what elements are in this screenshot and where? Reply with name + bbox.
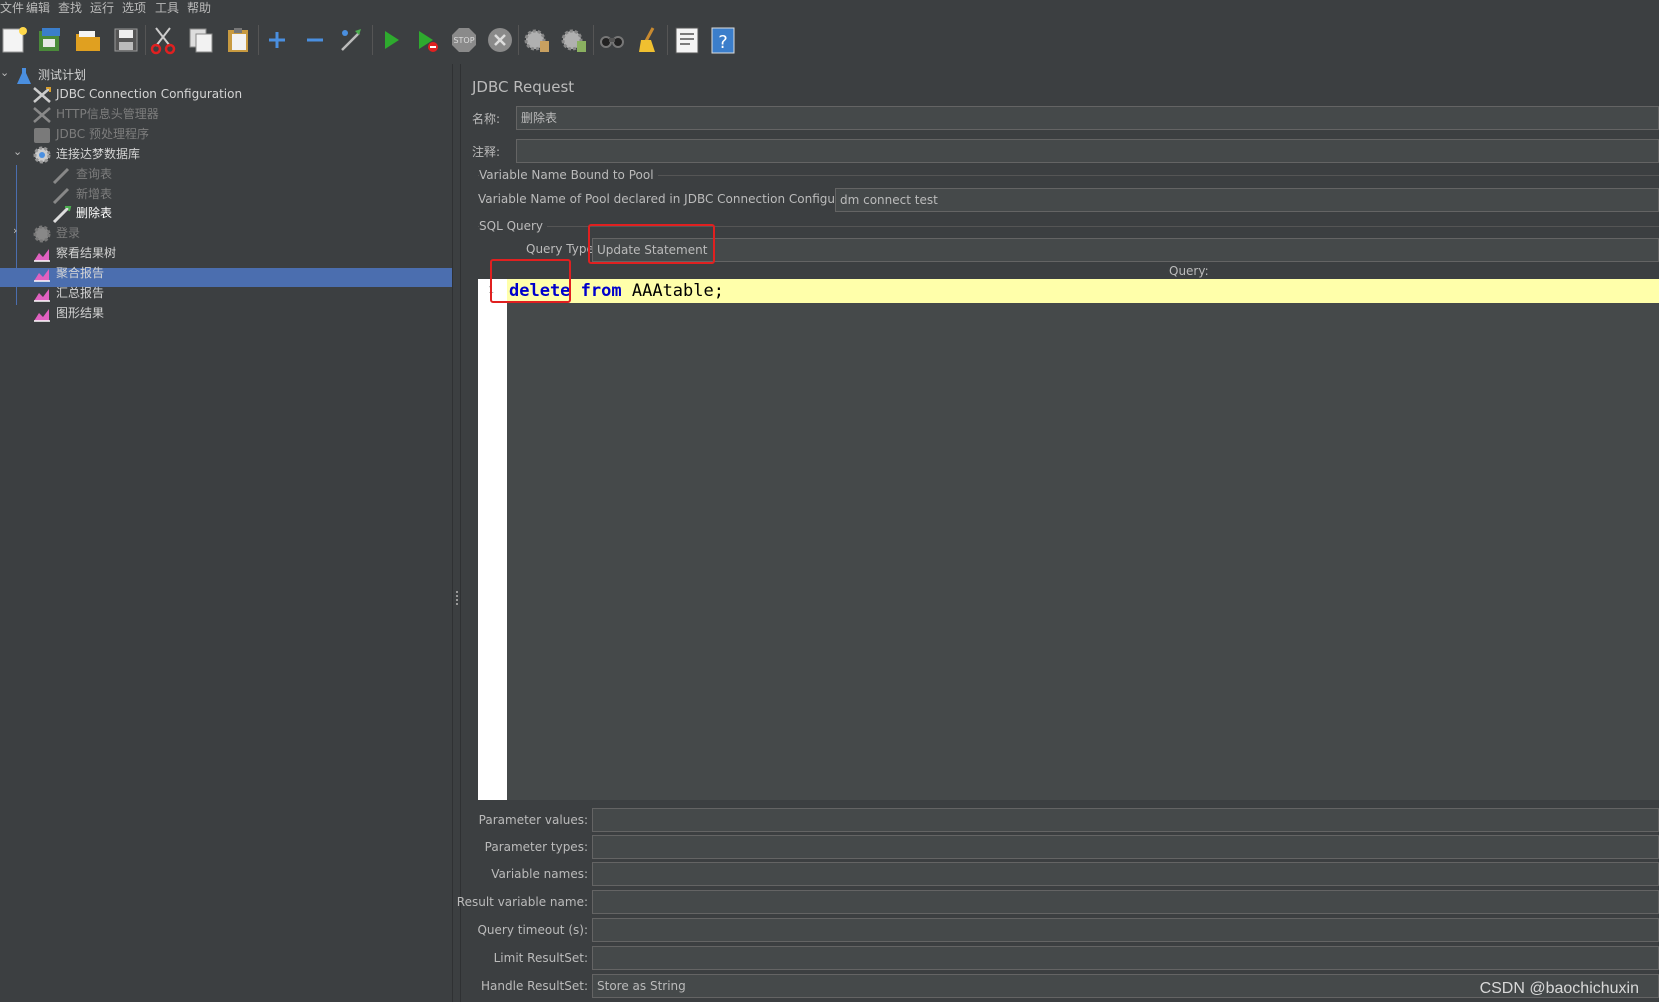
new-icon[interactable]	[0, 25, 30, 55]
sql-query-editor[interactable]: 1 delete from AAAtable;	[478, 279, 1659, 800]
expand-icon[interactable]	[262, 25, 292, 55]
paste-icon[interactable]	[224, 25, 254, 55]
query-timeout-label: Query timeout (s):	[477, 923, 588, 937]
menu-options[interactable]: 选项	[122, 0, 146, 16]
shutdown-icon[interactable]	[485, 25, 515, 55]
sampler-icon	[52, 167, 70, 184]
pool-name-label: Variable Name of Pool declared in JDBC C…	[478, 192, 875, 206]
parameter-values-label: Parameter values:	[478, 813, 588, 827]
clear-icon[interactable]	[633, 25, 663, 55]
config-icon	[33, 87, 51, 103]
stop-icon[interactable]: STOP	[449, 25, 479, 55]
thread-group-icon	[33, 225, 51, 243]
collapse-arrow-icon[interactable]: ⌄	[0, 66, 9, 79]
help-icon[interactable]: ?	[708, 25, 738, 55]
listener-icon	[34, 289, 50, 302]
open-icon[interactable]	[73, 25, 103, 55]
save-icon[interactable]	[111, 25, 141, 55]
highlight-box	[588, 224, 715, 264]
line-number-gutter: 1	[478, 279, 507, 800]
start-no-pause-icon[interactable]	[412, 25, 442, 55]
collapse-arrow-icon[interactable]: ⌄	[13, 145, 22, 158]
menu-edit[interactable]: 编辑	[26, 0, 50, 16]
toolbar: STOP ?	[0, 17, 1659, 65]
comment-label: 注释:	[472, 145, 501, 159]
name-label: 名称:	[472, 112, 501, 126]
expand-arrow-icon[interactable]: ›	[13, 224, 17, 237]
function-helper-icon[interactable]	[672, 25, 702, 55]
jdbc-request-panel: JDBC Request 名称: 删除表 注释: Variable Name B…	[457, 64, 1659, 1002]
sampler-icon	[52, 187, 70, 204]
result-variable-name-field[interactable]	[592, 890, 1659, 914]
page-title: JDBC Request	[472, 78, 575, 96]
comment-field[interactable]	[516, 139, 1659, 163]
config-icon	[33, 107, 51, 123]
highlight-box	[490, 259, 571, 303]
name-field[interactable]: 删除表	[516, 106, 1659, 130]
menu-help[interactable]: 帮助	[187, 0, 211, 16]
svg-text:?: ?	[718, 32, 728, 53]
toggle-icon[interactable]	[337, 25, 367, 55]
watermark: CSDN @baochichuxin	[1479, 980, 1639, 997]
remote-start-icon[interactable]	[522, 25, 552, 55]
menu-run[interactable]: 运行	[90, 0, 114, 16]
menu-tools[interactable]: 工具	[155, 0, 179, 16]
listener-icon	[34, 269, 50, 282]
limit-resultset-field[interactable]	[592, 946, 1659, 970]
svg-text:STOP: STOP	[453, 36, 474, 45]
preprocessor-icon	[34, 128, 50, 143]
menu-search[interactable]: 查找	[58, 0, 82, 16]
query-timeout-field[interactable]	[592, 918, 1659, 942]
thread-group-icon	[33, 146, 51, 164]
listener-icon	[34, 249, 50, 262]
query-type-select[interactable]: Update Statement	[592, 238, 1659, 262]
limit-resultset-label: Limit ResultSet:	[493, 951, 588, 965]
parameter-values-field[interactable]	[592, 808, 1659, 832]
sampler-icon	[52, 206, 72, 223]
split-pane-divider[interactable]	[452, 64, 461, 1002]
sql-keyword-from: from	[580, 281, 622, 301]
sql-table-name: AAAtable;	[621, 281, 724, 301]
test-plan-tree: ⌄ 测试计划 JDBC Connection Configuration HTT…	[0, 64, 452, 1002]
menu-bar: 文件 编辑 查找 运行 选项 工具 帮助	[0, 0, 1659, 17]
listener-icon	[34, 309, 50, 322]
collapse-icon[interactable]	[300, 25, 330, 55]
search-icon[interactable]	[597, 25, 627, 55]
menu-file[interactable]: 文件	[0, 0, 24, 16]
templates-icon[interactable]	[35, 25, 65, 55]
parameter-types-label: Parameter types:	[484, 840, 588, 854]
sql-query-group-title: SQL Query	[479, 219, 548, 233]
result-variable-name-label: Result variable name:	[456, 895, 588, 909]
remote-stop-icon[interactable]	[559, 25, 589, 55]
copy-icon[interactable]	[186, 25, 216, 55]
variable-names-label: Variable names:	[491, 867, 588, 881]
query-label: Query:	[1169, 264, 1209, 278]
start-icon[interactable]	[376, 25, 406, 55]
handle-resultset-label: Handle ResultSet:	[481, 979, 588, 993]
test-plan-icon	[17, 68, 31, 84]
variable-names-field[interactable]	[592, 862, 1659, 886]
pool-name-field[interactable]: dm connect test	[835, 188, 1659, 212]
pool-group-title: Variable Name Bound to Pool	[479, 168, 658, 182]
drag-handle-icon[interactable]	[456, 591, 458, 605]
parameter-types-field[interactable]	[592, 835, 1659, 859]
cut-icon[interactable]	[148, 25, 178, 55]
